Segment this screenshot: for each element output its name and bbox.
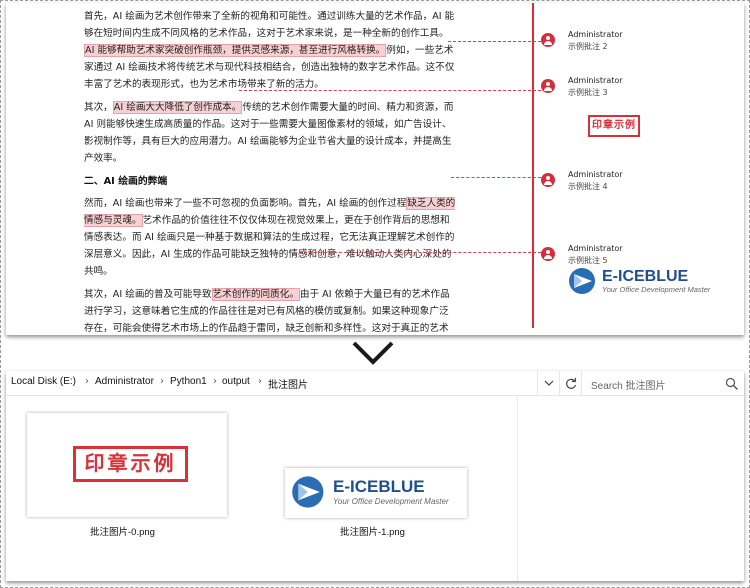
- breadcrumb-item[interactable]: Python1: [170, 376, 207, 387]
- text-run: 其次，: [84, 102, 113, 113]
- comment-leader-line: [299, 252, 541, 253]
- comment-text: 示例批注 4: [568, 182, 608, 191]
- text-run: 首先，AI 绘画为艺术创作带来了全新的视角和可能性。通过训练大量的艺术作品，AI…: [84, 11, 455, 39]
- text-run: 其次，AI 绘画的普及可能导致: [84, 289, 212, 300]
- document-body[interactable]: 首先，AI 绘画为艺术创作带来了全新的视角和可能性。通过训练大量的艺术作品，AI…: [84, 8, 458, 335]
- refresh-button[interactable]: [559, 371, 582, 395]
- comment-author: Administrator: [568, 244, 623, 253]
- document-paragraph: 然而，AI 绘画也带来了一些不可忽视的负面影响。首先，AI 绘画的创作过程缺乏人…: [84, 195, 458, 280]
- breadcrumb-item[interactable]: 批注图片: [268, 376, 308, 391]
- commented-text-highlight[interactable]: AI 绘画大大降低了创作成本。: [112, 101, 243, 114]
- search-icon: [725, 377, 738, 390]
- comment-author: Administrator: [568, 30, 623, 39]
- breadcrumb-item[interactable]: output: [222, 376, 250, 387]
- chevron-right-icon[interactable]: ›: [258, 376, 262, 387]
- chevron-down-icon: [544, 380, 554, 386]
- logo-wordmark: E-ICEBLUE: [333, 477, 425, 496]
- user-avatar-icon: [541, 79, 555, 93]
- file-name[interactable]: 批注图片-1.png: [340, 524, 405, 538]
- logo-tagline: Your Office Development Master: [333, 497, 449, 506]
- text-run: 然而，AI 绘画也带来了一些不可忽视的负面影响。首先，AI 绘画的创作过程: [84, 198, 407, 209]
- commented-text-highlight[interactable]: 艺术创作的同质化。: [211, 288, 300, 301]
- refresh-icon: [566, 377, 577, 389]
- user-avatar-icon: [541, 247, 555, 261]
- search-input[interactable]: Search 批注图片: [591, 377, 665, 392]
- chevron-down-icon: [352, 341, 394, 365]
- file-explorer: Local Disk (E:) › Administrator › Python…: [6, 371, 744, 581]
- breadcrumb-item[interactable]: Local Disk (E:): [11, 376, 76, 387]
- logo-tagline: Your Office Development Master: [602, 284, 711, 294]
- user-avatar-icon: [541, 173, 555, 187]
- comment-author: Administrator: [568, 170, 623, 179]
- document-paragraph: 其次，AI 绘画的普及可能导致艺术创作的同质化。由于 AI 依赖于大量已有的艺术…: [84, 286, 458, 335]
- address-bar[interactable]: Local Disk (E:) › Administrator › Python…: [6, 371, 744, 396]
- comment-leader-line: [448, 41, 541, 42]
- eiceblue-logo: E-ICEBLUE Your Office Development Master: [291, 475, 449, 509]
- eiceblue-logo-icon: [569, 268, 595, 294]
- stamp-image: 印章示例: [73, 446, 188, 482]
- commented-text-highlight[interactable]: AI 能够帮助艺术家突破创作瓶颈，提供灵感来源，甚至进行风格转换。: [84, 44, 387, 57]
- chevron-right-icon[interactable]: ›: [213, 376, 217, 387]
- file-name[interactable]: 批注图片-0.png: [90, 524, 155, 538]
- search-box[interactable]: Search 批注图片: [581, 371, 744, 395]
- document-view: 首先，AI 绘画为艺术创作带来了全新的视角和可能性。通过训练大量的艺术作品，AI…: [6, 3, 744, 335]
- comment-leader-line: [451, 177, 541, 178]
- file-thumbnail[interactable]: 印章示例: [27, 413, 227, 517]
- document-paragraph: 首先，AI 绘画为艺术创作带来了全新的视角和可能性。通过训练大量的艺术作品，AI…: [84, 8, 458, 93]
- comment-pane-border: [532, 3, 534, 328]
- eiceblue-logo: E-ICEBLUE Your Office Development Master: [568, 267, 710, 295]
- comment-text: 示例批注 5: [568, 256, 608, 265]
- document-paragraph: 其次，AI 绘画大大降低了创作成本。传统的艺术创作需要大量的时间、精力和资源，而…: [84, 99, 458, 167]
- address-history-dropdown[interactable]: [537, 371, 560, 395]
- comment-leader-line: [239, 90, 541, 91]
- comment-text: 示例批注 2: [568, 42, 608, 51]
- user-avatar-icon: [541, 33, 555, 47]
- eiceblue-logo-icon: [292, 476, 324, 508]
- pane-divider: [517, 396, 518, 581]
- section-heading: 二、AI 绘画的弊端: [84, 176, 168, 187]
- logo-wordmark: E-ICEBLUE: [602, 267, 689, 285]
- comment-author: Administrator: [568, 76, 623, 85]
- chevron-right-icon[interactable]: ›: [160, 376, 164, 387]
- stamp-image: 印章示例: [588, 115, 640, 137]
- comment-text: 示例批注 3: [568, 88, 608, 97]
- breadcrumb-item[interactable]: Administrator: [95, 376, 154, 387]
- file-thumbnail[interactable]: E-ICEBLUE Your Office Development Master: [285, 468, 467, 518]
- chevron-right-icon[interactable]: ›: [85, 376, 89, 387]
